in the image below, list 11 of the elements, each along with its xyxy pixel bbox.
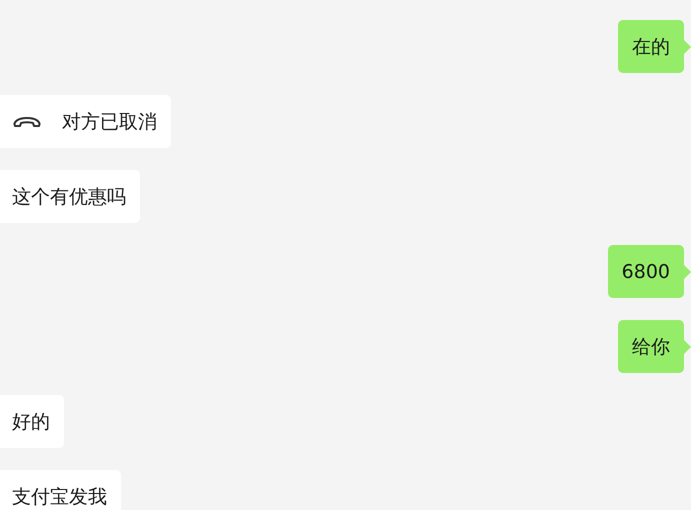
received-message-bubble: 好的 xyxy=(0,395,64,448)
received-message-bubble: 这个有优惠吗 xyxy=(0,170,140,223)
bubble-tail xyxy=(684,340,691,354)
sent-message-bubble: 给你 xyxy=(618,320,684,373)
received-message-bubble: 支付宝发我 xyxy=(0,470,121,510)
hang-up-phone-icon xyxy=(12,114,42,128)
sent-message-bubble: 在的 xyxy=(618,20,684,73)
bubble-tail xyxy=(684,40,691,54)
bubble-tail xyxy=(684,264,691,278)
sent-message-bubble: 6800 xyxy=(608,245,684,298)
call-status-text: 对方已取消 xyxy=(62,110,157,134)
